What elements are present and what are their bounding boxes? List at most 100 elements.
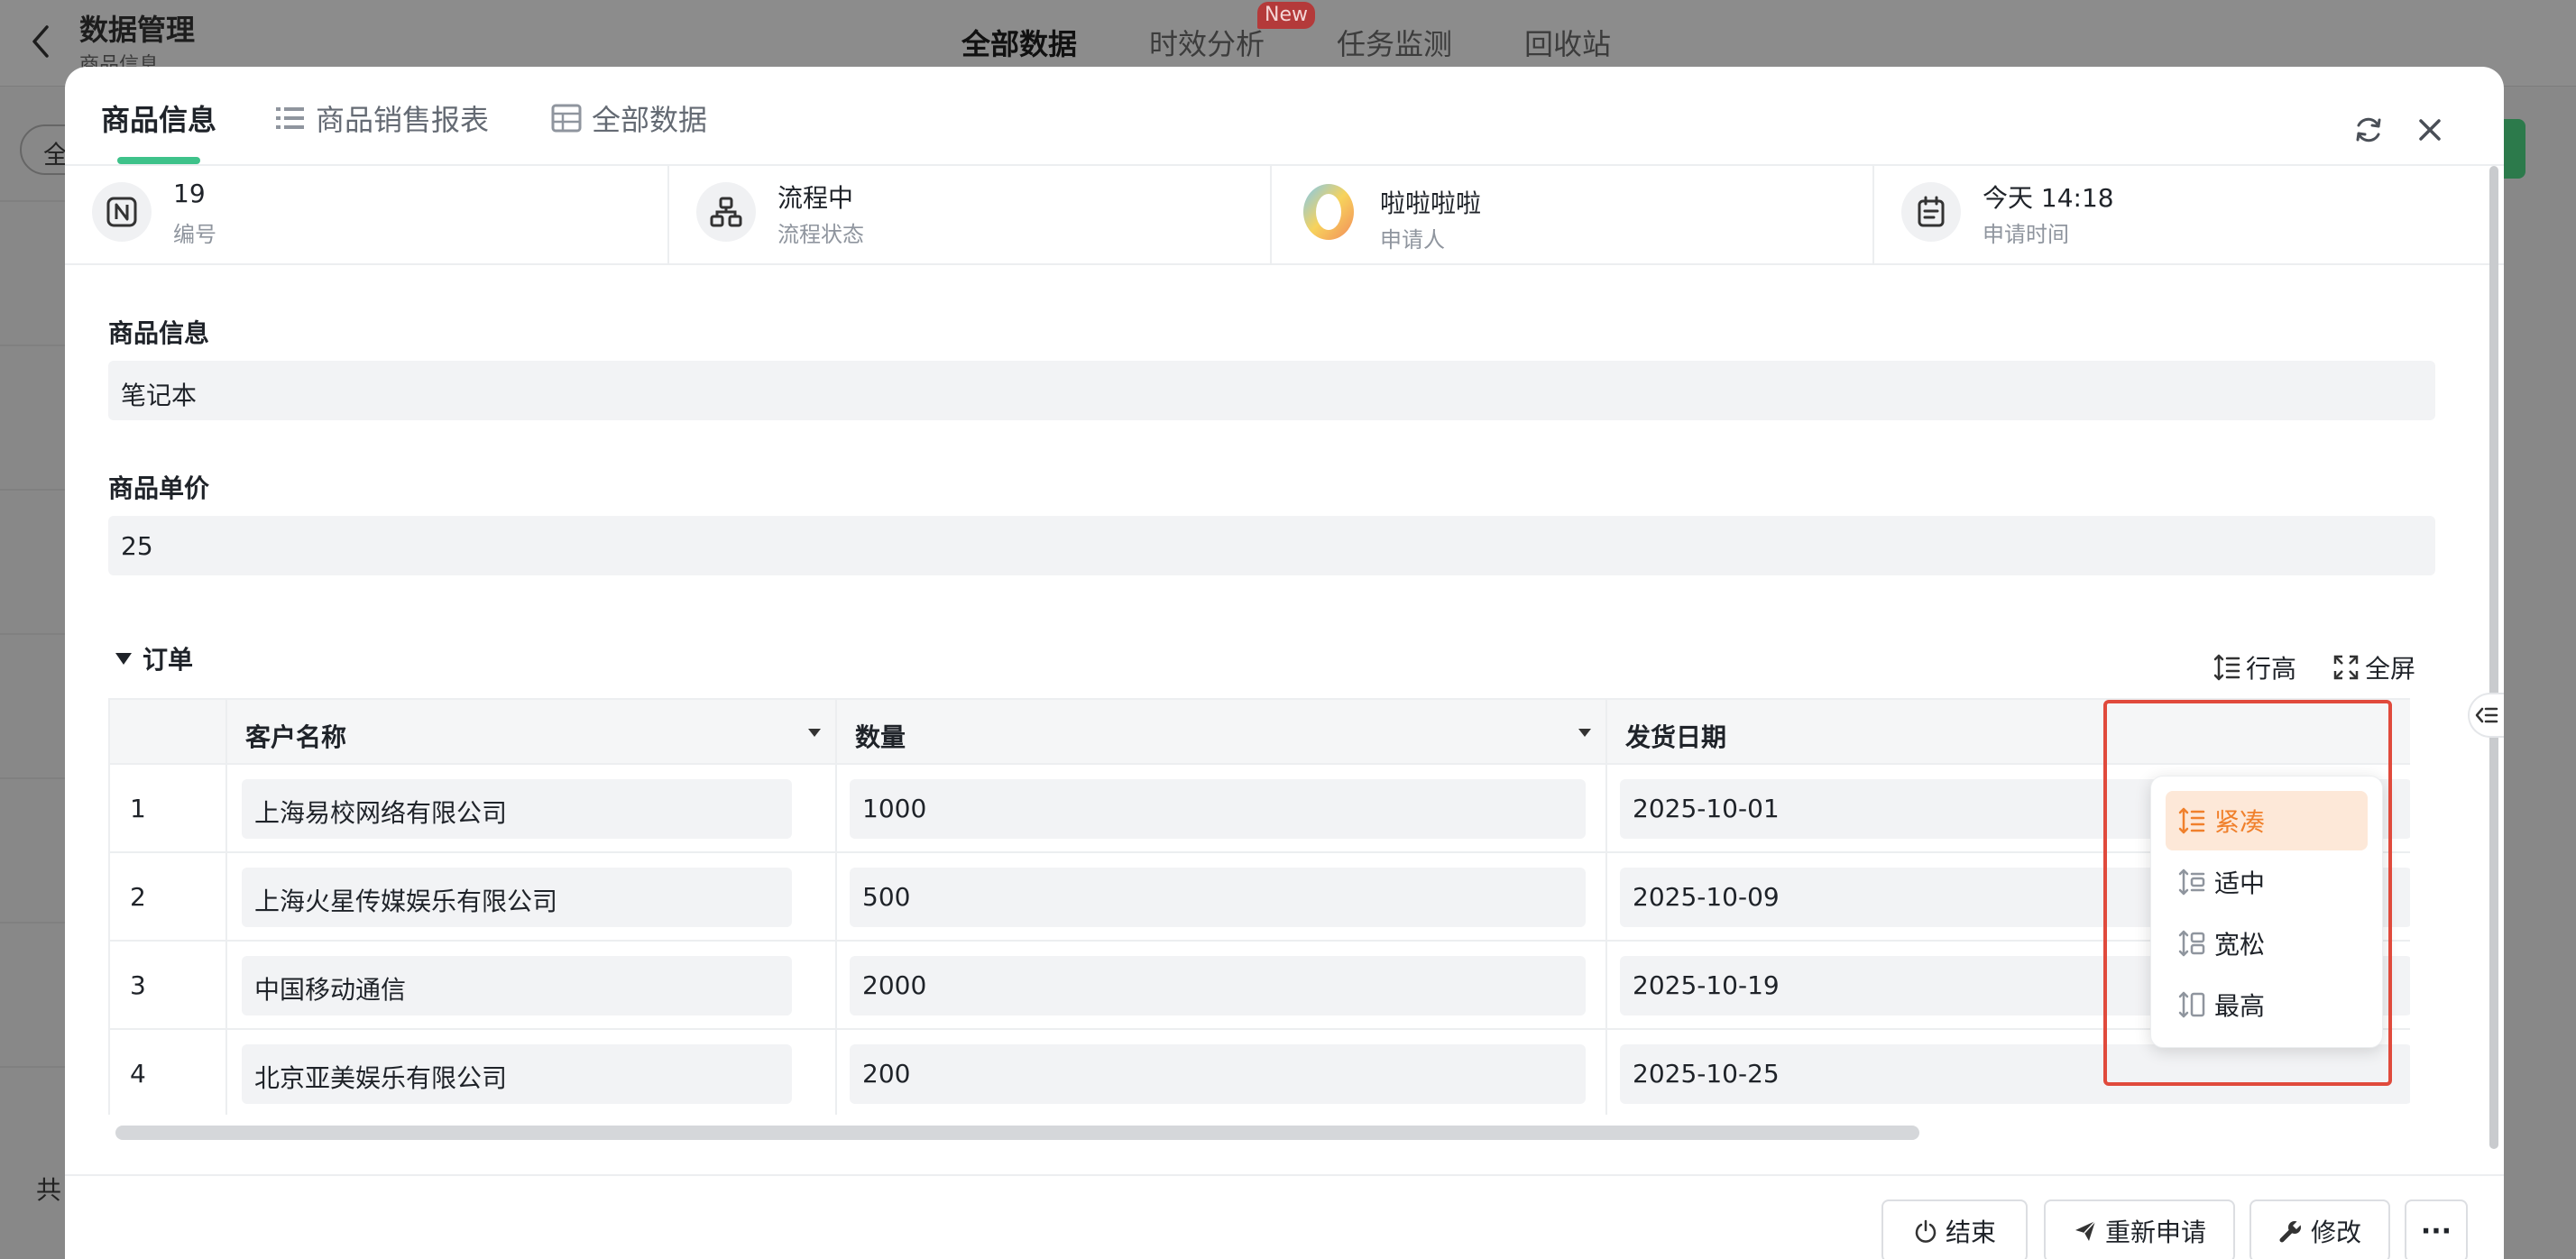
edit-button[interactable]: 修改: [2249, 1199, 2390, 1259]
customer-cell[interactable]: 中国移动通信: [242, 956, 792, 1015]
row-height-button[interactable]: 行高: [2213, 649, 2296, 685]
row-index: 3: [130, 970, 146, 1000]
back-arrow-icon[interactable]: [27, 23, 54, 60]
calendar-icon: [1901, 182, 1961, 242]
column-divider: [835, 1030, 837, 1115]
column-divider: [1605, 765, 1607, 853]
modal-tab-bar: 商品信息 商品销售报表 全部数据: [65, 67, 2504, 166]
sort-caret-icon[interactable]: [808, 729, 821, 737]
column-divider: [1605, 853, 1607, 942]
more-icon: ···: [2420, 1215, 2452, 1247]
index-header: [110, 700, 227, 765]
column-divider: [835, 853, 837, 942]
table-horizontal-scrollbar[interactable]: [115, 1126, 1919, 1140]
column-divider: [225, 942, 227, 1030]
table-icon: [551, 104, 582, 133]
customer-cell[interactable]: 上海易校网络有限公司: [242, 779, 792, 839]
column-header-customer-label: 客户名称: [245, 722, 347, 752]
modal-vertical-scrollbar[interactable]: [2489, 166, 2498, 1149]
more-button[interactable]: ···: [2405, 1199, 2468, 1259]
bg-divider: [0, 1066, 67, 1068]
fullscreen-icon: [2333, 655, 2359, 680]
flow-status-cell: 流程中 流程状态: [669, 166, 1272, 263]
side-panel-toggle[interactable]: [2468, 693, 2504, 738]
customer-cell[interactable]: 北京亚美娱乐有限公司: [242, 1044, 792, 1104]
tab-all-data[interactable]: 全部数据: [550, 97, 707, 139]
sort-caret-icon[interactable]: [1578, 729, 1591, 737]
close-icon[interactable]: [2414, 114, 2446, 146]
row-height-icon: [2213, 654, 2240, 681]
row-index: 4: [130, 1059, 146, 1089]
power-icon: [1915, 1219, 1937, 1243]
column-header-customer[interactable]: 客户名称: [227, 700, 837, 765]
list-icon: [276, 107, 304, 129]
customer-cell[interactable]: 上海火星传媒娱乐有限公司: [242, 868, 792, 927]
order-section-title: 订单: [143, 645, 194, 675]
background-right: [2504, 87, 2576, 1259]
record-number-value: 19: [173, 179, 206, 208]
order-section-toggle[interactable]: 订单: [115, 640, 193, 676]
tab-sales-report[interactable]: 商品销售报表: [274, 97, 489, 139]
column-divider: [225, 1030, 227, 1115]
collapse-triangle-icon: [115, 652, 132, 665]
end-button-label: 结束: [1945, 1218, 1996, 1247]
wrench-icon: [2279, 1221, 2301, 1243]
tab-product-info[interactable]: 商品信息: [101, 97, 216, 139]
nav-tab-all-data[interactable]: 全部数据: [961, 22, 1077, 63]
background-green-button: [2504, 119, 2525, 179]
nav-tab-recycle-bin[interactable]: 回收站: [1524, 22, 1611, 63]
tab-sales-report-label: 商品销售报表: [316, 103, 490, 137]
app-title: 数据管理: [79, 13, 196, 47]
bg-divider: [0, 633, 67, 635]
record-number-label: 编号: [173, 222, 216, 247]
unit-price-field[interactable]: 25: [108, 516, 2435, 575]
row-index: 2: [130, 882, 146, 912]
background-footer-text: 共: [36, 1175, 62, 1205]
unit-price-label: 商品单价: [108, 473, 210, 503]
reapply-button[interactable]: 重新申请: [2044, 1199, 2235, 1259]
record-number-cell: 19 编号: [65, 166, 669, 263]
record-summary-row: 19 编号 流程中 流程状态 啦啦啦啦 申请人 今天 14:18 申请时间: [65, 166, 2504, 265]
nav-tab-timeliness[interactable]: 时效分析 New: [1149, 2, 1316, 63]
new-badge: New: [1257, 2, 1316, 29]
column-header-quantity-label: 数量: [855, 722, 906, 752]
bg-divider: [0, 345, 67, 346]
nav-tab-task-monitor[interactable]: 任务监测: [1337, 22, 1452, 63]
column-header-quantity[interactable]: 数量: [837, 700, 1607, 765]
column-divider: [835, 765, 837, 853]
product-info-field[interactable]: 笔记本: [108, 361, 2435, 420]
avatar: [1299, 182, 1358, 242]
applicant-value: 啦啦啦啦: [1380, 188, 1482, 218]
edit-button-label: 修改: [2310, 1218, 2361, 1247]
order-table: 客户名称 数量 发货日期 1 上海易校网络有限公司 1000 2025-10-0…: [108, 698, 2410, 1115]
number-icon: [92, 182, 152, 242]
end-button[interactable]: 结束: [1881, 1199, 2028, 1259]
bg-divider: [0, 777, 67, 779]
quantity-cell[interactable]: 200: [850, 1044, 1586, 1104]
table-row: 2 上海火星传媒娱乐有限公司 500 2025-10-09: [110, 853, 2410, 942]
apply-time-cell: 今天 14:18 申请时间: [1874, 166, 2504, 263]
annotation-highlight-box: [2103, 700, 2392, 1086]
row-height-label: 行高: [2246, 654, 2297, 684]
table-row: 3 中国移动通信 2000 2025-10-19: [110, 942, 2410, 1030]
fullscreen-button[interactable]: 全屏: [2332, 649, 2415, 685]
flow-icon: [696, 182, 756, 242]
quantity-cell[interactable]: 500: [850, 868, 1586, 927]
table-row: 1 上海易校网络有限公司 1000 2025-10-01: [110, 765, 2410, 853]
quantity-cell[interactable]: 1000: [850, 779, 1586, 839]
bg-divider: [0, 489, 67, 491]
row-index: 1: [130, 794, 146, 823]
column-divider: [1605, 942, 1607, 1030]
reapply-button-label: 重新申请: [2104, 1218, 2206, 1247]
applicant-cell: 啦啦啦啦 申请人: [1272, 166, 1874, 263]
background-list: [0, 87, 67, 1259]
bg-divider: [0, 922, 67, 924]
modal-footer: 结束 重新申请 修改 ···: [65, 1174, 2504, 1259]
record-detail-modal: 商品信息 商品销售报表 全部数据 19 编号 流程中 流程状态 啦啦啦啦 申请人…: [65, 67, 2504, 1259]
column-divider: [835, 942, 837, 1030]
quantity-cell[interactable]: 2000: [850, 956, 1586, 1015]
active-tab-indicator: [117, 157, 200, 164]
collapse-left-icon: [2475, 707, 2498, 723]
refresh-icon[interactable]: [2352, 114, 2385, 146]
tab-product-info-label: 商品信息: [101, 103, 217, 137]
